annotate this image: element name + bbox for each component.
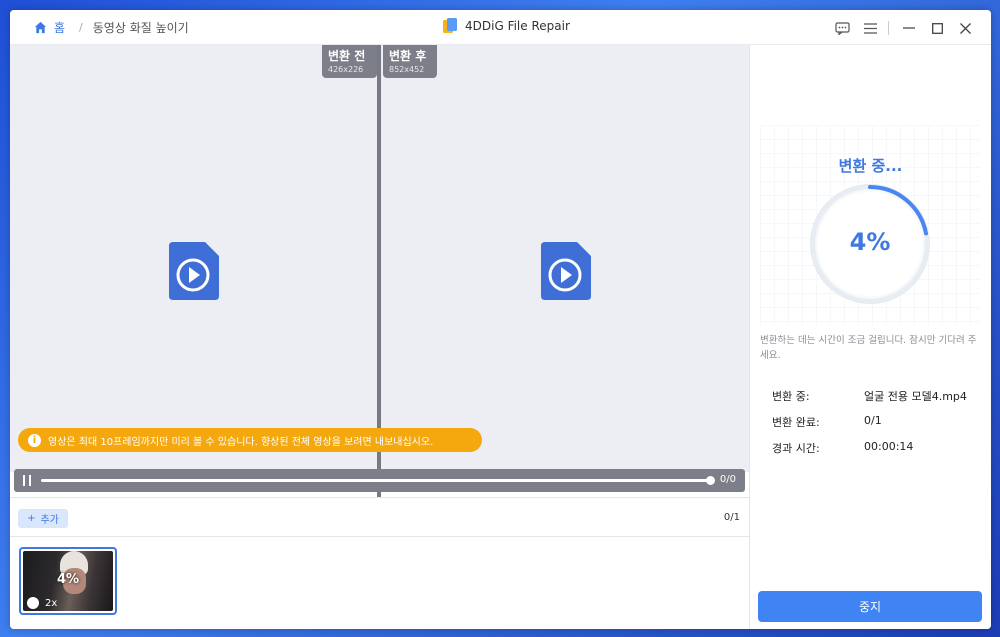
- after-resolution: 852x452: [389, 65, 425, 74]
- plus-icon: +: [27, 513, 36, 524]
- detail-row-completed: 변환 완료: 0/1: [772, 414, 982, 430]
- progress-hint: 변환하는 데는 시간이 조금 걸립니다. 잠시만 기다려 주세요.: [760, 335, 977, 361]
- detail-label: 변환 중:: [772, 390, 810, 403]
- title-bar: 홈 / 동영상 화질 높이기 4DDiG File Repair: [10, 10, 991, 45]
- controls-divider: [888, 21, 889, 35]
- before-resolution: 426x226: [328, 65, 364, 74]
- app-logo-icon: [443, 18, 457, 33]
- thumbnail-progress: 4%: [56, 572, 80, 587]
- detail-row-elapsed: 경과 시간: 00:00:14: [772, 440, 982, 456]
- maximize-icon[interactable]: [925, 18, 949, 38]
- detail-value: 얼굴 전용 모델4.mp4: [864, 390, 967, 403]
- breadcrumb-home[interactable]: 홈: [34, 19, 65, 36]
- detail-value: 0/1: [864, 414, 882, 427]
- video-file-icon-before: [169, 242, 219, 300]
- thumbnail-scale: 2x: [27, 597, 57, 609]
- detail-label: 변환 완료:: [772, 416, 820, 429]
- minimize-icon[interactable]: [897, 18, 921, 38]
- before-label-tag: 변환 전 426x226: [322, 45, 377, 78]
- close-icon[interactable]: [953, 18, 977, 38]
- info-icon: i: [28, 433, 41, 447]
- detail-value: 00:00:14: [864, 440, 914, 453]
- detail-label: 경과 시간:: [772, 442, 820, 455]
- app-title: 4DDiG File Repair: [443, 18, 570, 34]
- pause-icon[interactable]: [23, 475, 31, 486]
- before-label: 변환 전: [328, 49, 366, 63]
- add-button-label: 추가: [40, 515, 59, 526]
- video-thumbnail[interactable]: 4% 2x: [19, 547, 117, 615]
- stop-button[interactable]: 중지: [758, 591, 982, 622]
- progress-panel: 변환 중... 4% 변환하는 데는 시간이 조금 걸립니다. 잠시만 기다려 …: [750, 45, 991, 629]
- file-toolbar: + 추가 0/1: [10, 497, 750, 537]
- feedback-icon[interactable]: [830, 18, 854, 38]
- playback-track[interactable]: [41, 479, 709, 482]
- app-title-text: 4DDiG File Repair: [465, 19, 570, 33]
- menu-icon[interactable]: [858, 18, 882, 38]
- enhance-icon: [27, 597, 39, 609]
- progress-percent: 4%: [849, 228, 891, 256]
- playback-time: 0/0: [719, 474, 736, 485]
- app-window: 홈 / 동영상 화질 높이기 4DDiG File Repair 변환 전 42…: [10, 10, 991, 629]
- breadcrumb-separator: /: [79, 21, 83, 34]
- file-count: 0/1: [723, 512, 740, 523]
- add-button[interactable]: + 추가: [18, 509, 68, 528]
- breadcrumb-home-label: 홈: [54, 21, 66, 35]
- playback-knob[interactable]: [706, 476, 715, 485]
- progress-title: 변환 중...: [838, 157, 903, 175]
- player-bar: 0/0: [14, 469, 745, 492]
- window-controls: [826, 18, 977, 38]
- detail-row-converting: 변환 중: 얼굴 전용 모델4.mp4: [772, 388, 982, 404]
- thumbnail-strip: 4% 2x: [10, 538, 750, 629]
- video-file-icon-after: [541, 242, 591, 300]
- preview-notice: i 영상은 최대 10프레임까지만 미리 볼 수 있습니다. 향상된 전체 영상…: [18, 428, 482, 452]
- home-icon: [34, 21, 47, 34]
- after-label: 변환 후: [389, 49, 427, 63]
- breadcrumb: 홈 / 동영상 화질 높이기: [34, 19, 189, 36]
- thumbnail-scale-label: 2x: [45, 597, 58, 609]
- breadcrumb-current: 동영상 화질 높이기: [92, 21, 189, 35]
- after-label-tag: 변환 후 852x452: [383, 45, 437, 78]
- thumbnail-image: 4% 2x: [23, 551, 113, 611]
- preview-notice-text: 영상은 최대 10프레임까지만 미리 볼 수 있습니다. 향상된 전체 영상을 …: [48, 436, 434, 448]
